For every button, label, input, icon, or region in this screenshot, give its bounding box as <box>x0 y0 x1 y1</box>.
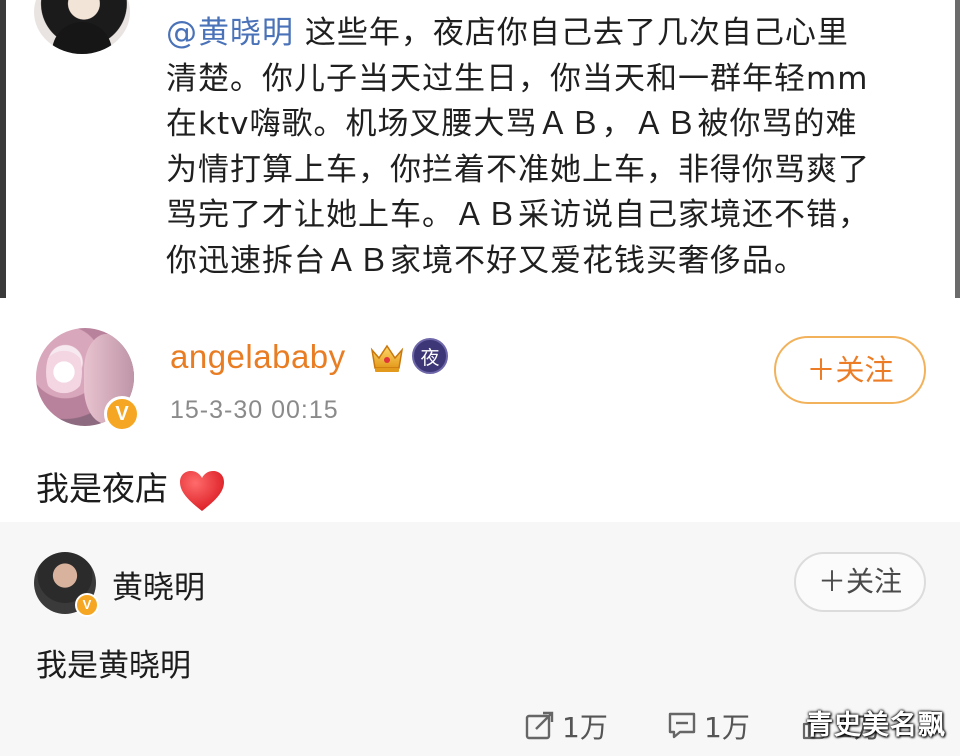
post-content: 我是夜店 <box>36 462 226 513</box>
reply-content: 我是黄晓明 <box>36 648 191 684</box>
reply-follow-button[interactable]: ＋关注 <box>794 552 926 612</box>
quoted-right-edge <box>955 0 960 298</box>
comment-button[interactable]: 1万 <box>666 706 750 746</box>
page: @黄晓明 这些年，夜店你自己去了几次自己心里 清楚。你儿子当天过生日，你当天和一… <box>0 0 960 756</box>
follow-button[interactable]: ＋关注 <box>774 336 926 404</box>
comment-icon <box>668 712 696 739</box>
quoted-post-text: @黄晓明 这些年，夜店你自己去了几次自己心里 清楚。你儿子当天过生日，你当天和一… <box>166 15 870 279</box>
heart-icon <box>180 470 224 511</box>
quoted-left-edge <box>0 0 6 298</box>
post-username[interactable]: angelababy <box>170 338 346 376</box>
crown-icon <box>370 344 404 372</box>
verified-badge-icon: V <box>104 396 140 432</box>
night-badge-icon: 夜 <box>412 338 448 374</box>
reply-verified-badge-icon: V <box>75 593 99 617</box>
mention-link[interactable]: @黄晓明 <box>166 15 294 51</box>
watermark-text: 青史美名飘 <box>806 710 946 741</box>
reply-username[interactable]: 黄晓明 <box>112 562 205 607</box>
quoted-avatar[interactable] <box>34 0 130 54</box>
post-timestamp: 15-3-30 00:15 <box>170 396 339 424</box>
quoted-post: @黄晓明 这些年，夜店你自己去了几次自己心里 清楚。你儿子当天过生日，你当天和一… <box>0 0 960 298</box>
repost-button[interactable]: 1万 <box>524 706 608 746</box>
post-card: V angelababy 夜 15-3-30 00:15 ＋关注 我是夜店 <box>0 298 960 522</box>
repost-icon <box>525 711 554 740</box>
